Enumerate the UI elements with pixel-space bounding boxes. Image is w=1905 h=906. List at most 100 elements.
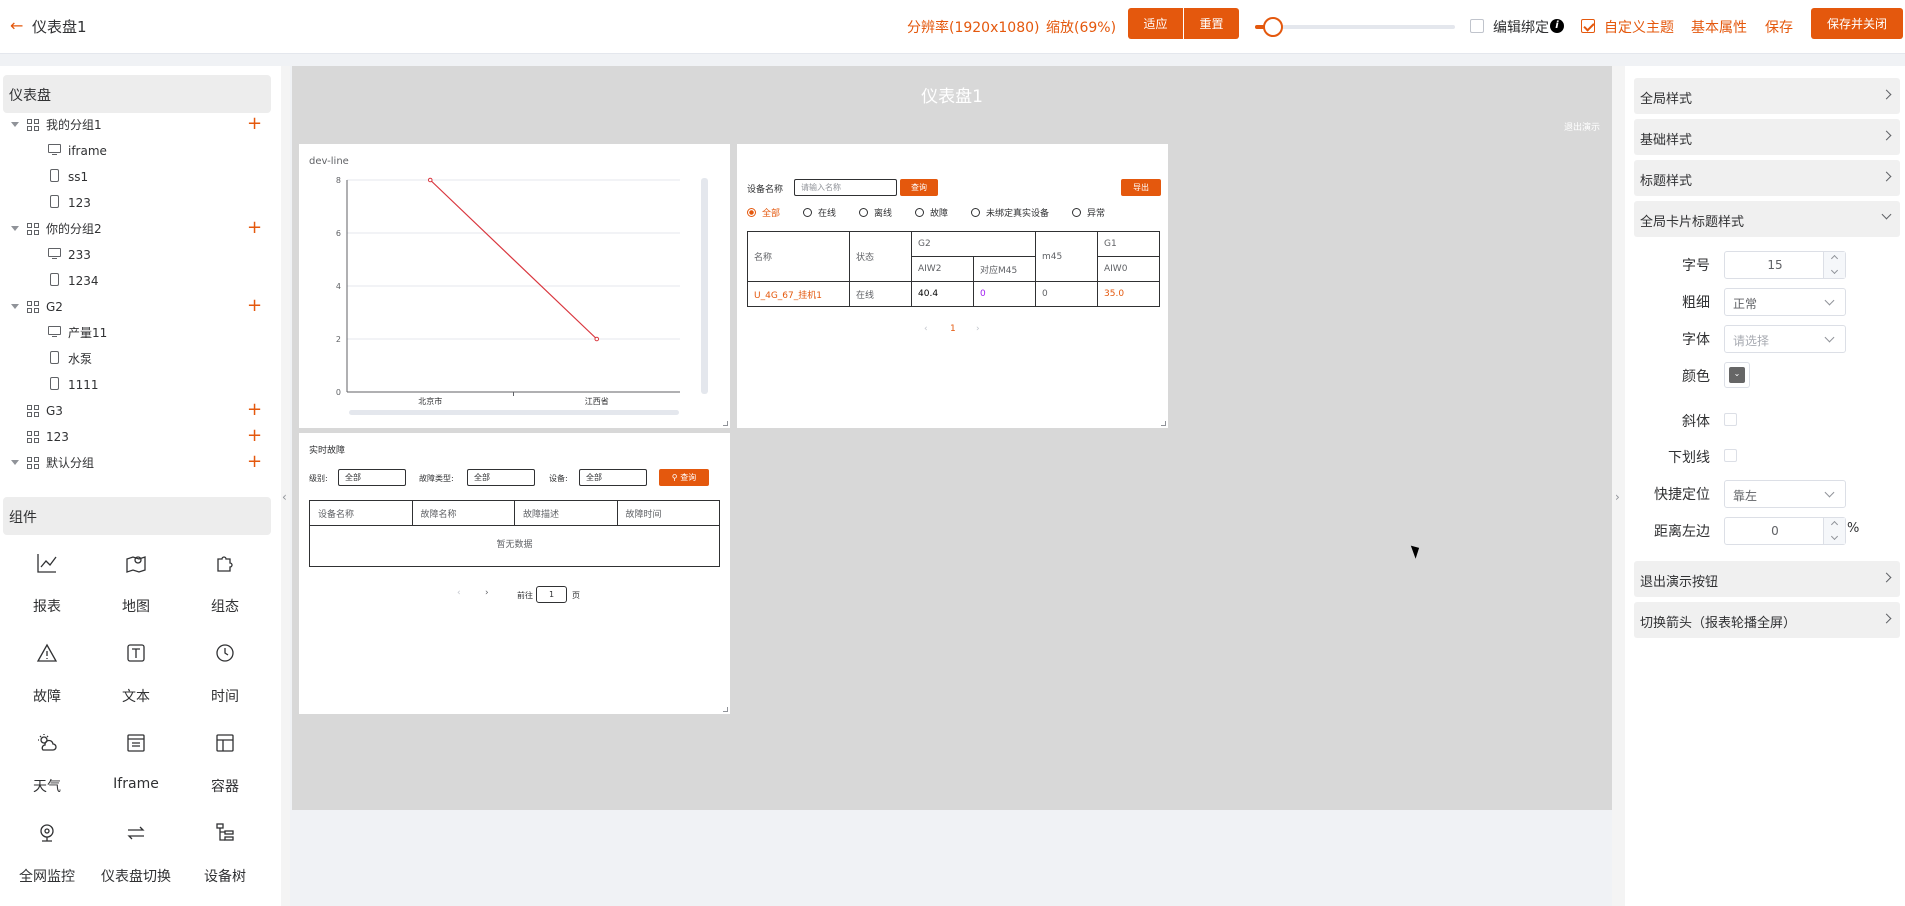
- prev-page-icon[interactable]: ‹: [924, 324, 928, 334]
- status-radio[interactable]: 异常: [1072, 206, 1105, 219]
- section-title-style[interactable]: 标题样式: [1634, 160, 1900, 196]
- weight-select[interactable]: 正常: [1724, 288, 1846, 316]
- component-switch[interactable]: 仪表盘切换: [92, 821, 180, 901]
- add-icon[interactable]: +: [247, 295, 262, 317]
- info-icon[interactable]: i: [1550, 19, 1564, 33]
- fault-type-select[interactable]: 全部: [467, 469, 535, 486]
- status-radio[interactable]: 离线: [859, 206, 892, 219]
- color-picker[interactable]: ⌄: [1724, 362, 1750, 388]
- fault-query-button[interactable]: ⚲ 查询: [659, 469, 709, 486]
- right-collapse-bar[interactable]: ›: [1612, 66, 1625, 906]
- tree-item[interactable]: 产量11: [0, 321, 270, 345]
- number-stepper[interactable]: [1823, 252, 1845, 278]
- add-icon[interactable]: +: [247, 399, 262, 421]
- left-collapse-bar[interactable]: ‹: [281, 66, 290, 906]
- number-stepper[interactable]: [1823, 518, 1845, 544]
- components-section-header[interactable]: 组件: [3, 497, 271, 535]
- tree-item[interactable]: 1234: [0, 269, 270, 293]
- add-icon[interactable]: +: [247, 451, 262, 473]
- section-exit-demo-button[interactable]: 退出演示按钮: [1634, 561, 1900, 597]
- component-layout[interactable]: 容器: [181, 731, 269, 811]
- add-icon[interactable]: +: [247, 425, 262, 447]
- chart-horizontal-scrollbar[interactable]: [349, 410, 679, 415]
- add-icon[interactable]: +: [247, 217, 262, 239]
- device-query-button[interactable]: 查询: [900, 179, 938, 196]
- line-chart-card[interactable]: dev-line 0 2 4 6 8 北京市 江西省: [299, 144, 730, 428]
- tree-group[interactable]: 123 +: [0, 425, 270, 449]
- component-camera[interactable]: 全网监控: [3, 821, 91, 901]
- tree-item[interactable]: iframe: [0, 139, 270, 163]
- status-radio[interactable]: 未绑定真实设备: [971, 206, 1049, 219]
- add-icon[interactable]: +: [247, 113, 262, 135]
- status-radio[interactable]: 在线: [803, 206, 836, 219]
- fit-button[interactable]: 适应: [1128, 8, 1183, 39]
- component-iframe[interactable]: Iframe: [92, 731, 180, 811]
- resize-handle[interactable]: [723, 707, 728, 712]
- tree-group[interactable]: 你的分组2 +: [0, 217, 270, 241]
- status-radio[interactable]: 故障: [915, 206, 948, 219]
- component-clock[interactable]: 时间: [181, 641, 269, 721]
- italic-checkbox[interactable]: [1724, 413, 1737, 426]
- component-warning[interactable]: 故障: [3, 641, 91, 721]
- component-text[interactable]: 文本: [92, 641, 180, 721]
- edit-bind-checkbox[interactable]: [1470, 19, 1484, 33]
- section-card-title-style[interactable]: 全局卡片标题样式: [1634, 201, 1900, 237]
- expand-arrow-icon[interactable]: [11, 304, 19, 309]
- collapse-left-icon[interactable]: ‹: [282, 490, 287, 504]
- dashboard-section-header[interactable]: 仪表盘: [3, 75, 271, 113]
- section-basic-style[interactable]: 基础样式: [1634, 119, 1900, 155]
- page-number[interactable]: 1: [950, 324, 956, 334]
- reset-button[interactable]: 重置: [1184, 8, 1239, 39]
- save-close-button[interactable]: 保存并关闭: [1811, 8, 1903, 39]
- tree-item[interactable]: 123: [0, 191, 270, 215]
- device-export-button[interactable]: 导出: [1121, 179, 1161, 196]
- expand-arrow-icon[interactable]: [11, 226, 19, 231]
- font-size-input[interactable]: 15: [1724, 251, 1846, 279]
- level-select[interactable]: 全部: [338, 469, 406, 486]
- device-name-input[interactable]: 请输入名称: [794, 179, 897, 196]
- component-line-chart[interactable]: 报表: [3, 551, 91, 631]
- back-arrow-icon[interactable]: ←: [10, 16, 23, 35]
- prev-page-icon[interactable]: ‹: [457, 588, 461, 598]
- resize-handle[interactable]: [723, 421, 728, 426]
- zoom-slider-handle[interactable]: [1263, 17, 1283, 37]
- component-map[interactable]: 地图: [92, 551, 180, 631]
- device-select[interactable]: 全部: [579, 469, 647, 486]
- tree-item[interactable]: 233: [0, 243, 270, 267]
- tree-group[interactable]: G2 +: [0, 295, 270, 319]
- device-link[interactable]: U_4G_67_挂机1: [747, 281, 850, 307]
- component-puzzle[interactable]: 组态: [181, 551, 269, 631]
- tree-item[interactable]: 水泵: [0, 347, 270, 371]
- device-table-card[interactable]: 设备名称 请输入名称 查询 导出 全部 在线 离线 故障 未绑定真实设备 异常 名称 状态…: [737, 144, 1168, 428]
- chart-vertical-scrollbar[interactable]: [701, 178, 708, 394]
- section-switch-arrow[interactable]: 切换箭头（报表轮播全屏）: [1634, 602, 1900, 638]
- exit-demo-button[interactable]: 退出演示: [1564, 120, 1600, 133]
- goto-page-input[interactable]: 1: [536, 586, 567, 603]
- save-link[interactable]: 保存: [1765, 17, 1793, 37]
- position-select[interactable]: 靠左: [1724, 480, 1846, 508]
- section-global-style[interactable]: 全局样式: [1634, 78, 1900, 114]
- left-distance-input[interactable]: 0: [1724, 517, 1846, 545]
- status-radio[interactable]: 全部: [747, 206, 780, 219]
- component-tree[interactable]: 设备树: [181, 821, 269, 901]
- tree-group[interactable]: 我的分组1 +: [0, 113, 270, 137]
- zoom-slider[interactable]: [1255, 17, 1455, 37]
- next-page-icon[interactable]: ›: [485, 588, 489, 598]
- tree-item[interactable]: ss1: [0, 165, 270, 189]
- basic-props-link[interactable]: 基本属性: [1691, 17, 1747, 37]
- tree-item[interactable]: 1111: [0, 373, 270, 397]
- tree-group[interactable]: 默认分组 +: [0, 451, 270, 475]
- collapse-right-icon[interactable]: ›: [1615, 490, 1620, 504]
- phone-icon: [48, 351, 59, 364]
- font-select[interactable]: 请选择: [1724, 325, 1846, 353]
- next-page-icon[interactable]: ›: [976, 324, 980, 334]
- expand-arrow-icon[interactable]: [11, 122, 19, 127]
- resize-handle[interactable]: [1161, 421, 1166, 426]
- fault-card[interactable]: 实时故障 级别: 全部 故障类型: 全部 设备: 全部 ⚲ 查询 设备名称 故障名…: [299, 433, 730, 714]
- component-weather[interactable]: 天气: [3, 731, 91, 811]
- map-icon: [124, 551, 148, 575]
- expand-arrow-icon[interactable]: [11, 460, 19, 465]
- underline-checkbox[interactable]: [1724, 449, 1737, 462]
- tree-group[interactable]: G3 +: [0, 399, 270, 423]
- custom-theme-checkbox[interactable]: [1581, 19, 1595, 33]
